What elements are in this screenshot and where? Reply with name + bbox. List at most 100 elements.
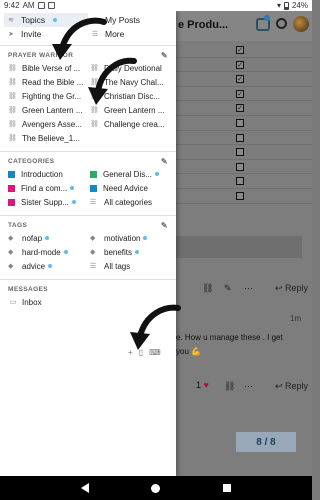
keyboard-icon[interactable]: ⌨ [149,348,161,357]
checkbox[interactable] [236,177,244,186]
sidebar-item-inbox[interactable]: ▭ Inbox [8,295,168,309]
prayer-topic-link[interactable]: ⛓ Christian Disc... [90,89,168,103]
prayer-topic-label: Green Lantern ... [104,105,165,115]
prayer-topic-label: Read the Bible ... [22,77,84,87]
unread-dot [48,264,53,268]
sidebar-item-more[interactable]: ☰ More [88,27,172,41]
tag-icon: ◆ [90,235,96,242]
prayer-topic-link[interactable]: ⛓ The Navy Chal... [90,75,168,89]
checkbox[interactable] [236,148,244,157]
category-item[interactable]: Find a com... [8,181,86,195]
checklist-row: ✓ [176,87,312,102]
tag-label: All tags [104,261,131,271]
checkbox[interactable] [236,162,244,171]
prayer-topic-link[interactable]: ⛓ Avengers Asse... [8,117,86,131]
category-item[interactable]: ☰ All categories [90,195,168,209]
sidebar-item-my-posts[interactable]: ☺ My Posts [88,13,172,27]
tag-item[interactable]: ◆ motivation [90,231,168,245]
prayer-topic-label: Fighting the Gr... [22,91,82,101]
category-item[interactable]: General Dis... [90,167,168,181]
gallery-icon [47,2,55,9]
sidebar-item-label: Topics [21,15,46,25]
pencil-icon[interactable]: ✎ [161,157,168,166]
status-bar: 9:42 AM ▾ 24% [0,0,312,11]
section-header[interactable]: PRAYER WARRIOR ✎ [8,49,168,61]
more-icon[interactable]: ⋯ [244,381,253,392]
notification-icon [37,2,45,9]
status-am-pm: AM [22,1,35,10]
category-item[interactable]: Introduction [8,167,86,181]
avatar[interactable] [293,16,309,32]
prayer-topic-link[interactable]: ⛓ The Believe_1... [8,131,86,145]
sidebar-item-invite[interactable]: ➤ Invite [4,27,88,41]
checkbox[interactable] [236,133,244,142]
prayer-topic-link[interactable]: ⛓ Green Lantern ... [8,103,86,117]
checkbox[interactable]: ✓ [236,75,244,84]
checkbox[interactable]: ✓ [236,89,244,98]
background-topic-view[interactable]: e Produ... ✓ ✓ ✓ ✓ ✓ ⛓ ✎ ⋯ ↩ Reply 1m e. How… [176,11,312,476]
post-pager[interactable]: 8 / 8 [236,432,296,452]
post-text-line1: e. How u manage these . I get [176,333,283,342]
section-header[interactable]: TAGS ✎ [8,219,168,231]
tag-item[interactable]: ◆ nofap [8,231,86,245]
recents-icon[interactable] [222,484,231,492]
list-icon: ☰ [90,263,97,270]
prayer-topic-link[interactable]: ⛓ Daily Devotional [90,61,168,75]
sidebar-item-topics[interactable]: ≋ Topics [4,13,88,27]
reply-button[interactable]: ↩ Reply [275,283,308,294]
prayer-topic-link[interactable]: ⛓ Green Lantern ... [90,103,168,117]
tag-item[interactable]: ☰ All tags [90,259,168,273]
status-time: 9:42 [4,1,20,10]
section-header[interactable]: CATEGORIES ✎ [8,155,168,167]
search-icon[interactable] [276,18,287,29]
tag-item[interactable]: ◆ hard-mode [8,245,86,259]
category-color-swatch [90,184,97,192]
prayer-topic-link[interactable]: ⛓ Read the Bible ... [8,75,86,89]
checklist-row: ✓ [176,58,312,73]
checkbox[interactable] [236,191,244,200]
category-item[interactable]: Sister Supp... [8,195,86,209]
unread-dot [72,200,77,204]
plus-icon[interactable]: + [128,348,133,357]
checkbox[interactable] [236,118,244,127]
edit-icon[interactable]: ✎ [224,283,232,294]
link-icon: ⛓ [90,107,99,114]
unread-dot [154,172,159,176]
phone-icon[interactable]: ▯ [139,348,143,357]
pencil-icon[interactable]: ✎ [161,51,168,60]
reply-button[interactable]: ↩ Reply [275,381,308,392]
category-label: Sister Supp... [21,197,70,207]
more-icon[interactable]: ⋯ [244,283,253,294]
unread-dot [70,186,75,190]
muscle-emoji-icon: 💪 [191,347,202,356]
category-label: Introduction [21,169,63,179]
tag-item[interactable]: ◆ benefits [90,245,168,259]
category-label: Need Advice [103,183,148,193]
link-icon: ⛓ [8,121,17,128]
checkbox[interactable]: ✓ [236,60,244,69]
battery-percent: 24% [291,1,308,10]
category-item[interactable]: Need Advice [90,181,168,195]
prayer-topic-link[interactable]: ⛓ Fighting the Gr... [8,89,86,103]
prayer-topic-link[interactable]: ⛓ Bible Verse of ... [8,61,86,75]
inbox-icon: ▭ [9,299,17,306]
checklist: ✓ ✓ ✓ ✓ ✓ [176,43,312,204]
drawer-footer-icons: + ▯ ⌨ [128,348,161,357]
checkbox[interactable]: ✓ [236,104,244,113]
prayer-topic-link[interactable]: ⛓ Challenge crea... [90,117,168,131]
list-icon: ☰ [90,199,97,206]
back-icon[interactable] [81,483,90,493]
checklist-row: ✓ [176,101,312,116]
tag-item[interactable]: ◆ advice [8,259,86,273]
link-icon[interactable]: ⛓ [224,381,235,392]
link-icon[interactable]: ⛓ [202,283,213,294]
tag-label: advice [22,261,46,271]
checkbox[interactable]: ✓ [236,46,244,54]
home-icon[interactable] [151,483,161,493]
topic-title: e Produ... [178,19,229,31]
android-nav-bar [0,476,312,500]
categories-list: Introduction General Dis... Find a com... N… [8,167,168,209]
pencil-icon[interactable]: ✎ [161,221,168,230]
prayer-topic-label: Christian Disc... [104,91,161,101]
post-actions: ⛓ ✎ ⋯ ↩ Reply [176,283,312,297]
